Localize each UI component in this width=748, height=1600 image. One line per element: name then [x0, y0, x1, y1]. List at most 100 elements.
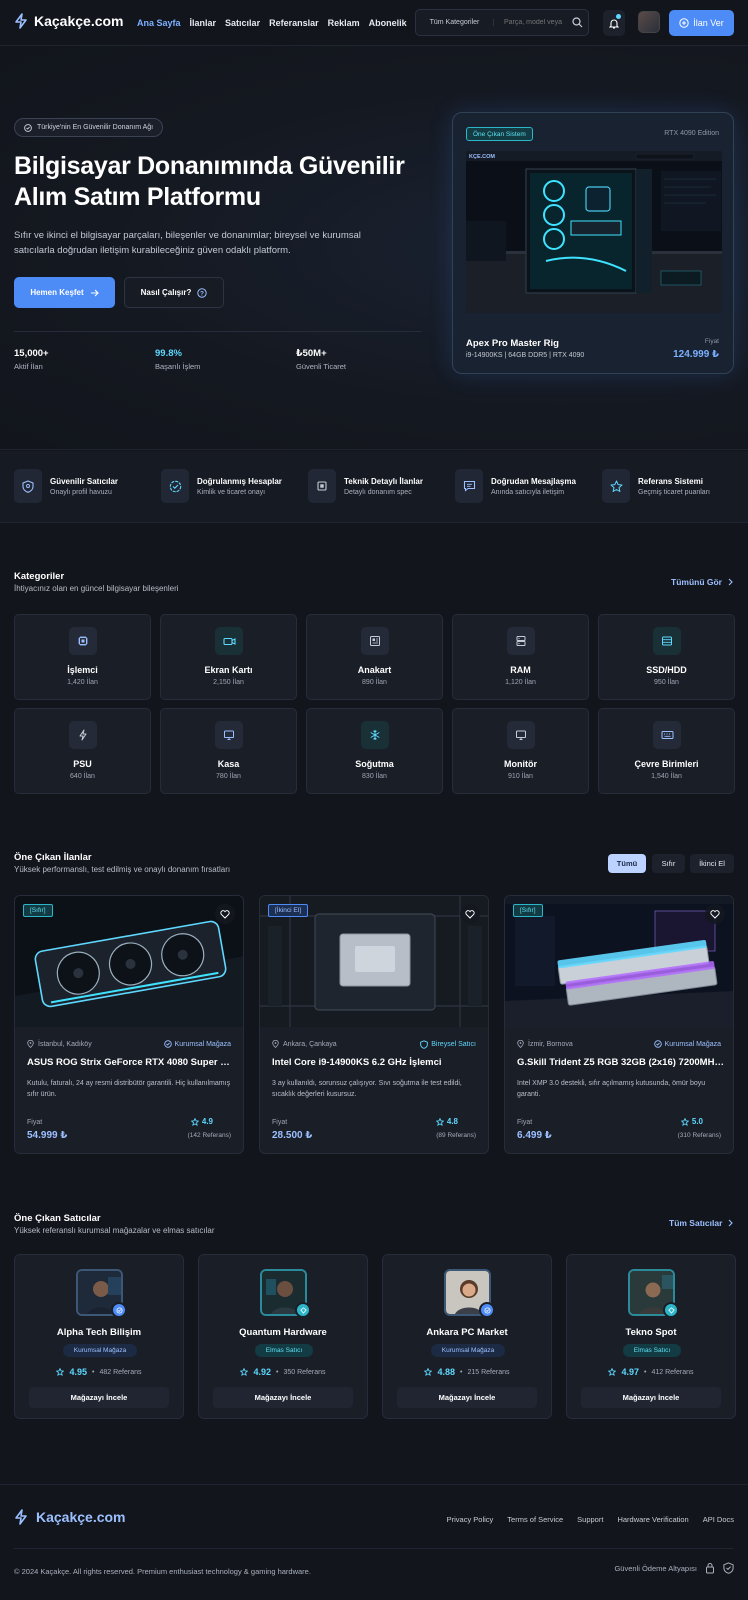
heart-icon — [220, 909, 230, 919]
category-card-storage[interactable]: SSD/HDD 950 İlan — [598, 614, 735, 700]
footer-link-privacy[interactable]: Privacy Policy — [447, 1515, 494, 1524]
search-icon[interactable] — [572, 17, 583, 28]
filter-used[interactable]: İkinci El — [690, 854, 734, 873]
help-circle-icon: ? — [197, 287, 208, 298]
post-listing-button[interactable]: İlan Ver — [669, 10, 734, 36]
nav-item-references[interactable]: Referanslar — [269, 18, 319, 28]
seller-card[interactable]: Alpha Tech Bilişim Kurumsal Mağaza 4.95 … — [14, 1254, 184, 1419]
feature-title: Referans Sistemi — [638, 476, 703, 486]
seller-card[interactable]: Quantum Hardware Elmas Satıcı 4.92 • 350… — [198, 1254, 368, 1419]
star-icon — [680, 1117, 689, 1126]
category-count: 890 İlan — [362, 679, 387, 686]
listing-location: İzmir, Bornova — [517, 1040, 573, 1048]
nav-item-subscription[interactable]: Abonelik — [369, 18, 407, 28]
monitor-icon — [507, 721, 535, 749]
how-it-works-button[interactable]: Nasıl Çalışır? ? — [124, 277, 224, 308]
view-store-button[interactable]: Mağazayı İncele — [397, 1387, 537, 1408]
bolt-icon — [15, 13, 27, 29]
listing-price-label: Fiyat — [517, 1119, 533, 1126]
notifications-button[interactable] — [603, 10, 625, 36]
seller-rating: 4.92 • 350 Referans — [199, 1367, 367, 1377]
seller-name: Alpha Tech Bilişim — [56, 1327, 142, 1338]
star-icon — [190, 1117, 199, 1126]
explore-button[interactable]: Hemen Keşfet — [14, 277, 115, 308]
category-name: Soğutma — [355, 759, 394, 769]
seller-card[interactable]: Ankara PC Market Kurumsal Mağaza 4.88 • … — [382, 1254, 552, 1419]
shield-icon — [420, 1040, 429, 1049]
listing-price-label: Fiyat — [27, 1119, 43, 1126]
verified-badge-icon — [479, 1302, 495, 1318]
category-card-peripherals[interactable]: Çevre Birimleri 1,540 İlan — [598, 708, 735, 794]
listing-description: 3 ay kullanıldı, sorunsuz çalışıyor. Sıv… — [272, 1080, 462, 1098]
favorite-button[interactable] — [460, 904, 480, 924]
listing-seller-type: Bireysel Satıcı — [420, 1040, 476, 1049]
category-name: PSU — [73, 759, 92, 769]
footer-link-support[interactable]: Support — [577, 1515, 603, 1524]
listing-title[interactable]: G.Skill Trident Z5 RGB 32GB (2x16) 7200M… — [517, 1057, 725, 1068]
star-icon — [602, 469, 630, 503]
nav-item-sellers[interactable]: Satıcılar — [225, 18, 260, 28]
categories-subtitle: İhtiyacınız olan en güncel bilgisayar bi… — [14, 584, 179, 593]
categories-view-all[interactable]: Tümünü Gör — [671, 577, 733, 587]
category-card-case[interactable]: Kasa 780 İlan — [160, 708, 297, 794]
user-avatar[interactable] — [638, 11, 660, 33]
category-name: Ekran Kartı — [204, 665, 253, 675]
reference-count: 350 Referans — [283, 1368, 326, 1376]
nav-item-ads[interactable]: Reklam — [328, 18, 360, 28]
search-category-select[interactable]: Tüm Kategoriler — [416, 19, 494, 26]
feature-sub: Detaylı donanım spec — [344, 488, 412, 496]
listing-card[interactable]: [Sıfır] İzmir, Bornova Kurumsal Mağaza G… — [504, 895, 734, 1154]
search-input[interactable] — [494, 19, 564, 26]
featured-price: 124.999 ₺ — [673, 349, 719, 360]
category-card-cpu[interactable]: İşlemci 1,420 İlan — [14, 614, 151, 700]
footer-link-terms[interactable]: Terms of Service — [507, 1515, 563, 1524]
rating-value: 5.0 — [691, 1117, 703, 1126]
listing-title[interactable]: ASUS ROG Strix GeForce RTX 4080 Super OC… — [27, 1057, 235, 1068]
category-card-motherboard[interactable]: Anakart 890 İlan — [306, 614, 443, 700]
footer-link-verification[interactable]: Hardware Verification — [617, 1515, 688, 1524]
seller-card[interactable]: Tekno Spot Elmas Satıcı 4.97 • 412 Refer… — [566, 1254, 736, 1419]
listing-references: (310 Referans) — [677, 1132, 721, 1139]
footer-logo[interactable]: Kaçakçe.com — [14, 1509, 126, 1525]
category-card-monitor[interactable]: Monitör 910 İlan — [452, 708, 589, 794]
bolt-icon — [15, 1509, 27, 1525]
featured-system-card[interactable]: Öne Çıkan Sistem RTX 4090 Edition KÇE.CO… — [452, 112, 734, 374]
filter-new[interactable]: Sıfır — [652, 854, 685, 873]
category-card-psu[interactable]: PSU 640 İlan — [14, 708, 151, 794]
stat-volume: ₺50M+ Güvenli Ticaret — [296, 348, 346, 371]
trust-badge: Türkiye'nin En Güvenilir Donanım Ağı — [14, 118, 164, 137]
view-store-button[interactable]: Mağazayı İncele — [581, 1387, 721, 1408]
heart-icon — [710, 909, 720, 919]
view-store-button[interactable]: Mağazayı İncele — [29, 1387, 169, 1408]
sellers-view-all[interactable]: Tüm Satıcılar — [669, 1218, 734, 1228]
filter-all[interactable]: Tümü — [608, 854, 646, 873]
plus-circle-icon — [679, 18, 689, 28]
favorite-button[interactable] — [215, 904, 235, 924]
listing-title[interactable]: Intel Core i9-14900KS 6.2 GHz İşlemci — [272, 1057, 480, 1068]
category-count: 640 İlan — [70, 773, 95, 780]
footer-divider — [0, 1484, 748, 1485]
nav-item-listings[interactable]: İlanlar — [190, 18, 217, 28]
footer-link-api[interactable]: API Docs — [703, 1515, 734, 1524]
listing-card[interactable]: [Sıfır] İstanbul, Kadıköy Kurumsal Mağaz… — [14, 895, 244, 1154]
seller-type-badge: Kurumsal Mağaza — [63, 1344, 137, 1357]
brand-logo[interactable]: Kaçakçe.com — [14, 13, 124, 29]
category-card-gpu[interactable]: Ekran Kartı 2,150 İlan — [160, 614, 297, 700]
heart-icon — [465, 909, 475, 919]
category-name: İşlemci — [67, 665, 98, 675]
star-icon — [435, 1117, 444, 1126]
hero-description: Sıfır ve ikinci el bilgisayar parçaları,… — [14, 230, 361, 256]
category-card-cooling[interactable]: Soğutma 830 İlan — [306, 708, 443, 794]
shield-check-icon — [723, 1562, 734, 1574]
category-card-ram[interactable]: RAM 1,120 İlan — [452, 614, 589, 700]
listing-price: 54.999 ₺ — [27, 1130, 68, 1141]
check-circle-icon — [24, 123, 32, 132]
rating-value: 4.9 — [201, 1117, 213, 1126]
favorite-button[interactable] — [705, 904, 725, 924]
keyboard-icon — [653, 721, 681, 749]
nav-item-home[interactable]: Ana Sayfa — [137, 18, 181, 28]
check-badge-icon — [161, 469, 189, 503]
star-icon — [424, 1368, 433, 1376]
listing-card[interactable]: [İkinci El] Ankara, Çankaya Bireysel Sat… — [259, 895, 489, 1154]
view-store-button[interactable]: Mağazayı İncele — [213, 1387, 353, 1408]
